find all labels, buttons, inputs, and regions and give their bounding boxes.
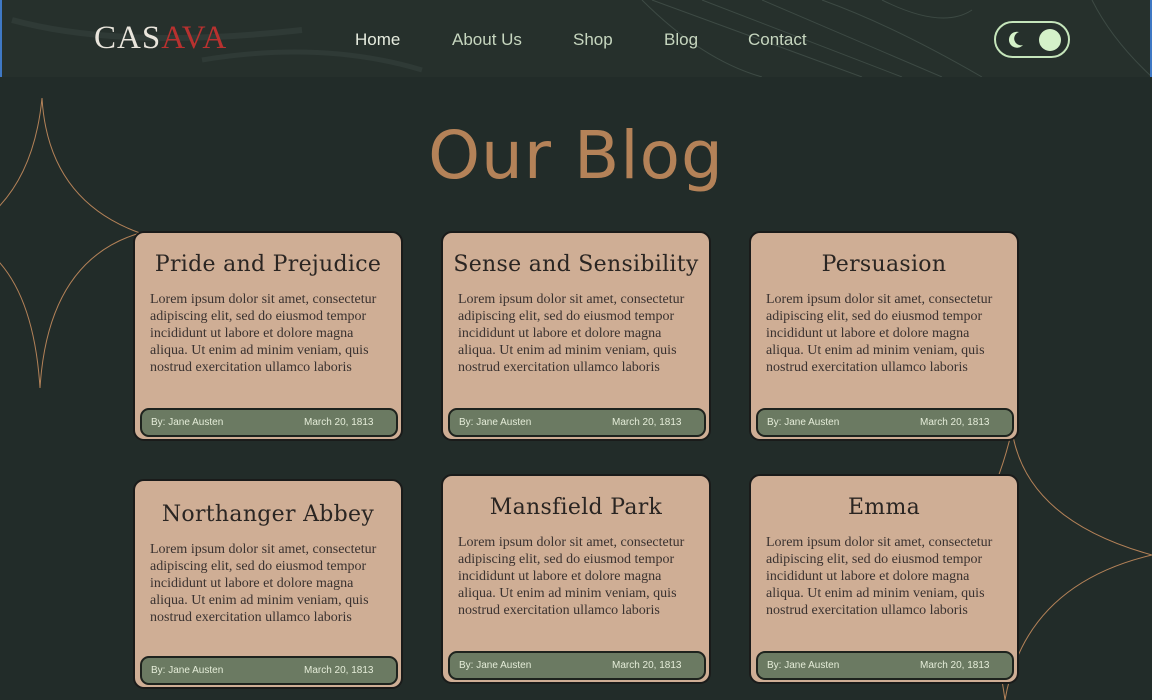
card-footer: By: Jane Austen March 20, 1813	[140, 408, 398, 437]
blog-card[interactable]: Sense and Sensibility Lorem ipsum dolor …	[441, 231, 711, 441]
card-title: Sense and Sensibility	[453, 252, 699, 277]
nav-link-home[interactable]: Home	[355, 29, 400, 51]
card-title: Emma	[847, 495, 921, 520]
nav-link-contact[interactable]: Contact	[748, 29, 807, 51]
card-title: Persuasion	[821, 252, 947, 277]
card-footer: By: Jane Austen March 20, 1813	[140, 656, 398, 685]
blog-card[interactable]: Emma Lorem ipsum dolor sit amet, consect…	[749, 474, 1019, 684]
nav-link-blog[interactable]: Blog	[664, 29, 698, 51]
blog-card[interactable]: Pride and Prejudice Lorem ipsum dolor si…	[133, 231, 403, 441]
card-author: By: Jane Austen	[151, 417, 224, 428]
moon-icon	[1008, 31, 1023, 48]
card-excerpt: Lorem ipsum dolor sit amet, consectetur …	[766, 292, 993, 375]
card-date: March 20, 1813	[304, 665, 374, 676]
site-header: CASAVA Home About Us Shop Blog Contact	[0, 0, 1152, 77]
card-title: Northanger Abbey	[161, 502, 375, 527]
nav-link-shop[interactable]: Shop	[573, 29, 613, 51]
card-date: March 20, 1813	[920, 417, 990, 428]
card-date: March 20, 1813	[304, 417, 374, 428]
blog-card[interactable]: Persuasion Lorem ipsum dolor sit amet, c…	[749, 231, 1019, 441]
card-date: March 20, 1813	[920, 660, 990, 671]
card-author: By: Jane Austen	[459, 417, 532, 428]
theme-toggle[interactable]	[994, 21, 1070, 58]
card-excerpt: Lorem ipsum dolor sit amet, consectetur …	[150, 292, 377, 375]
card-footer: By: Jane Austen March 20, 1813	[448, 651, 706, 680]
card-excerpt: Lorem ipsum dolor sit amet, consectetur …	[150, 542, 377, 625]
nav-link-about-us[interactable]: About Us	[452, 29, 522, 51]
main-nav: Home About Us Shop Blog Contact	[2, 0, 1150, 77]
page-title: Our Blog	[428, 117, 724, 194]
card-footer: By: Jane Austen March 20, 1813	[756, 651, 1014, 680]
card-footer: By: Jane Austen March 20, 1813	[448, 408, 706, 437]
toggle-knob	[1039, 29, 1061, 51]
blog-card[interactable]: Mansfield Park Lorem ipsum dolor sit ame…	[441, 474, 711, 684]
card-footer: By: Jane Austen March 20, 1813	[756, 408, 1014, 437]
card-author: By: Jane Austen	[151, 665, 224, 676]
card-excerpt: Lorem ipsum dolor sit amet, consectetur …	[766, 535, 993, 618]
card-author: By: Jane Austen	[767, 417, 840, 428]
card-excerpt: Lorem ipsum dolor sit amet, consectetur …	[458, 535, 685, 618]
card-author: By: Jane Austen	[767, 660, 840, 671]
blog-card[interactable]: Northanger Abbey Lorem ipsum dolor sit a…	[133, 479, 403, 689]
card-title: Pride and Prejudice	[154, 252, 382, 277]
card-date: March 20, 1813	[612, 417, 682, 428]
card-excerpt: Lorem ipsum dolor sit amet, consectetur …	[458, 292, 685, 375]
card-title: Mansfield Park	[489, 495, 663, 520]
card-date: March 20, 1813	[612, 660, 682, 671]
card-author: By: Jane Austen	[459, 660, 532, 671]
